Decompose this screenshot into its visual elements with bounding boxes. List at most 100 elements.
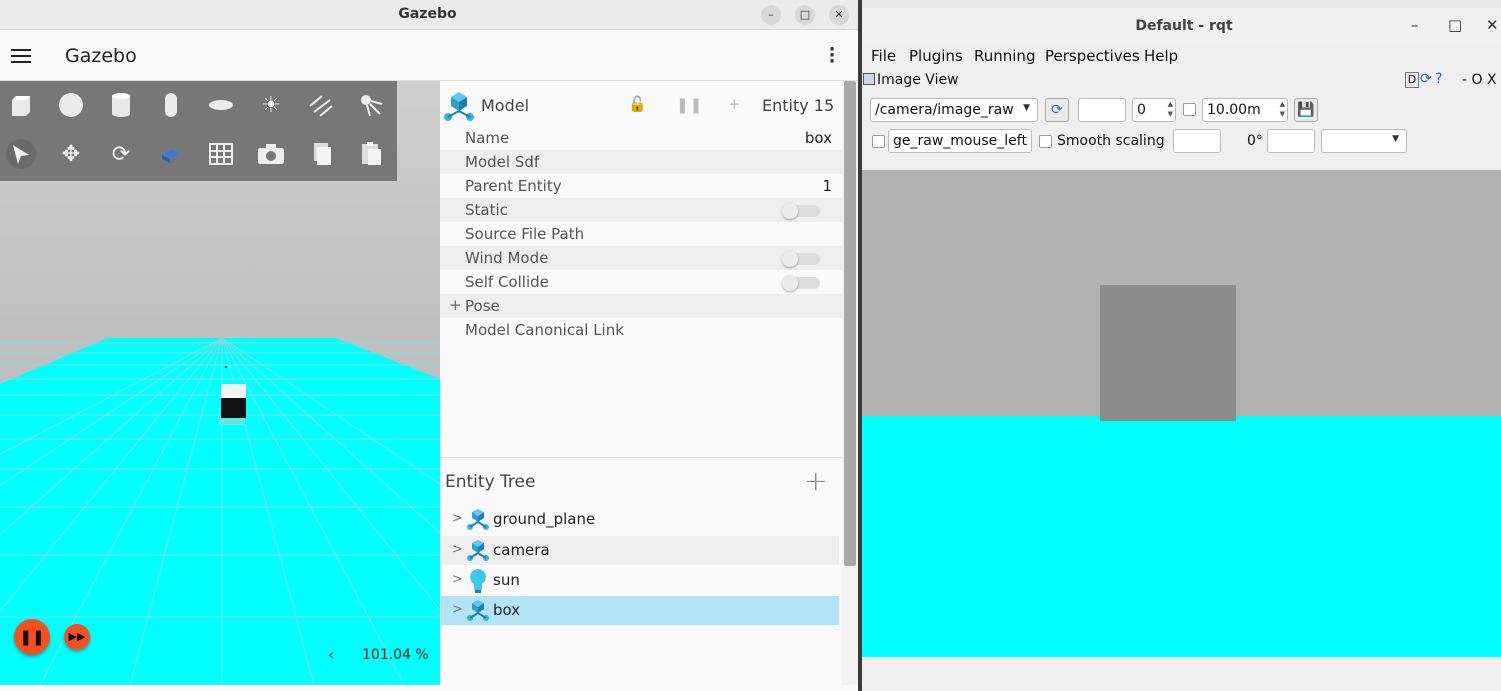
plugin-window-controls[interactable]: - O X <box>1462 72 1497 88</box>
property-row: Parent Entity 1 <box>440 174 842 198</box>
hamburger-menu-icon[interactable] <box>11 49 31 63</box>
help-icon[interactable]: ? <box>1435 71 1442 87</box>
more-options-icon[interactable]: · · · <box>828 41 836 71</box>
menu-perspectives[interactable]: Perspectives <box>1045 47 1140 65</box>
index-spinbox[interactable]: 0 ▲ ▼ <box>1132 98 1176 122</box>
pause-updates-icon[interactable]: ❚❚ <box>676 96 703 114</box>
image-ground <box>862 416 1501 657</box>
tree-item-selected[interactable]: > box <box>441 596 839 625</box>
grid-snap-icon[interactable] <box>206 139 236 169</box>
cylinder-icon[interactable] <box>106 90 136 120</box>
save-image-button[interactable]: 💾 <box>1294 98 1318 122</box>
property-label: Static <box>465 201 508 219</box>
static-toggle[interactable] <box>782 203 820 219</box>
reload-icon[interactable]: ⟳ <box>1420 71 1432 87</box>
menu-plugins[interactable]: Plugins <box>909 47 963 65</box>
transform-icon[interactable] <box>156 139 186 169</box>
property-row: Source File Path <box>440 222 842 246</box>
entity-tree-list: > ground_plane > camera > sun > box <box>440 505 842 635</box>
smooth-scaling-checkbox[interactable] <box>1039 135 1052 148</box>
directional-light-icon[interactable] <box>306 90 336 120</box>
real-time-factor: 101.04 % <box>362 647 429 663</box>
menu-running[interactable]: Running <box>974 47 1035 65</box>
rotate-right-button[interactable] <box>1267 129 1315 153</box>
sphere-icon[interactable] <box>56 90 86 120</box>
component-inspector: Model 🔓 ❚❚ + Entity 15 Name box Model Sdf… <box>440 81 842 457</box>
property-label: Model Sdf <box>465 153 540 171</box>
property-label: Wind Mode <box>465 249 549 267</box>
entity-tree-title: Entity Tree <box>445 472 536 492</box>
property-label: Model Canonical Link <box>465 321 624 339</box>
refresh-topics-button[interactable]: ⟳ <box>1045 98 1069 122</box>
scrollbar-thumb[interactable] <box>844 81 856 566</box>
lock-icon[interactable]: 🔓 <box>628 95 647 113</box>
ellipsoid-icon[interactable] <box>206 90 236 120</box>
property-row: Self Collide <box>440 270 842 294</box>
chevron-right-icon[interactable]: > <box>452 572 463 587</box>
mouse-topic-input[interactable]: ge_raw_mouse_left <box>888 129 1032 153</box>
gazebo-window: Gazebo – □ ✕ Gazebo · · · ❚❚ ▶▶ ‹ 101.04… <box>0 0 858 691</box>
model-icon <box>466 539 490 567</box>
translate-icon[interactable]: ✥ <box>56 139 86 169</box>
copy-icon[interactable] <box>306 139 336 169</box>
rqt-titlebar: Default - rqt – □ ✕ <box>862 8 1501 46</box>
camera-image[interactable] <box>862 170 1501 657</box>
smooth-scaling-label: Smooth scaling <box>1057 133 1165 149</box>
screenshot-icon[interactable] <box>256 139 286 169</box>
entity-tree-panel: Entity Tree + > ground_plane > camera > … <box>440 457 842 685</box>
rotate-left-button[interactable] <box>1173 129 1221 153</box>
close-button[interactable]: ✕ <box>1486 16 1499 34</box>
select-icon[interactable] <box>6 139 36 169</box>
publish-click-checkbox[interactable] <box>872 135 885 148</box>
add-component-icon[interactable]: + <box>728 95 741 113</box>
rotation-label: 0° <box>1247 133 1263 149</box>
step-forward-button[interactable]: ▶▶ <box>64 624 90 650</box>
menu-file[interactable]: File <box>871 47 896 65</box>
tree-item-label: sun <box>493 571 520 589</box>
gazebo-window-title: Gazebo <box>398 6 457 22</box>
menu-help[interactable]: Help <box>1144 47 1178 65</box>
spot-light-icon[interactable] <box>356 90 386 120</box>
tree-item[interactable]: > ground_plane <box>441 505 839 534</box>
inspector-title: Model <box>481 96 530 115</box>
expand-plus-icon[interactable]: + <box>449 296 462 314</box>
chevron-right-icon[interactable]: > <box>452 542 463 557</box>
property-row[interactable]: + Pose <box>440 294 842 318</box>
maximize-button[interactable]: □ <box>795 5 815 25</box>
maximize-button[interactable]: □ <box>1448 16 1462 34</box>
box-icon[interactable] <box>6 90 36 120</box>
numeric-input[interactable] <box>1078 98 1126 122</box>
dock-badge[interactable]: D <box>1405 72 1419 88</box>
vertical-scrollbar[interactable] <box>842 81 858 685</box>
color-scheme-dropdown[interactable]: ▼ <box>1321 129 1407 153</box>
add-entity-button[interactable]: + <box>804 464 827 497</box>
capsule-icon[interactable] <box>156 90 186 120</box>
rotate-icon[interactable]: ⟳ <box>106 139 136 169</box>
property-row: Model Sdf <box>440 150 842 174</box>
distance-checkbox[interactable] <box>1183 103 1196 116</box>
distance-spinbox[interactable]: 10.00m ▲ ▼ <box>1202 98 1288 122</box>
sun-light-icon[interactable]: ☀ <box>256 90 286 120</box>
plugin-title: Image View <box>877 72 959 88</box>
minimize-button[interactable]: – <box>761 5 781 25</box>
distance-value: 10.00m <box>1207 102 1261 118</box>
property-row: Static <box>440 198 842 222</box>
close-button[interactable]: ✕ <box>829 5 849 25</box>
component-list: Name box Model Sdf Parent Entity 1 Static … <box>440 126 842 346</box>
index-value: 0 <box>1137 102 1146 118</box>
light-icon <box>468 568 488 598</box>
tree-item[interactable]: > camera <box>441 536 839 565</box>
pause-button[interactable]: ❚❚ <box>14 619 50 655</box>
chevron-right-icon[interactable]: > <box>452 602 463 617</box>
minimize-button[interactable]: – <box>1411 16 1419 34</box>
rtf-collapse-arrow[interactable]: ‹ <box>328 645 334 664</box>
property-row: Model Canonical Link <box>440 318 842 342</box>
rqt-window-title: Default - rqt <box>1135 18 1233 34</box>
wind-mode-toggle[interactable] <box>782 251 820 267</box>
topic-dropdown[interactable]: /camera/image_raw ▼ <box>870 98 1038 122</box>
paste-icon[interactable] <box>356 139 386 169</box>
self-collide-toggle[interactable] <box>782 275 820 291</box>
tree-item[interactable]: > sun <box>441 566 839 595</box>
chevron-right-icon[interactable]: > <box>452 511 463 526</box>
property-value: box <box>804 129 832 147</box>
